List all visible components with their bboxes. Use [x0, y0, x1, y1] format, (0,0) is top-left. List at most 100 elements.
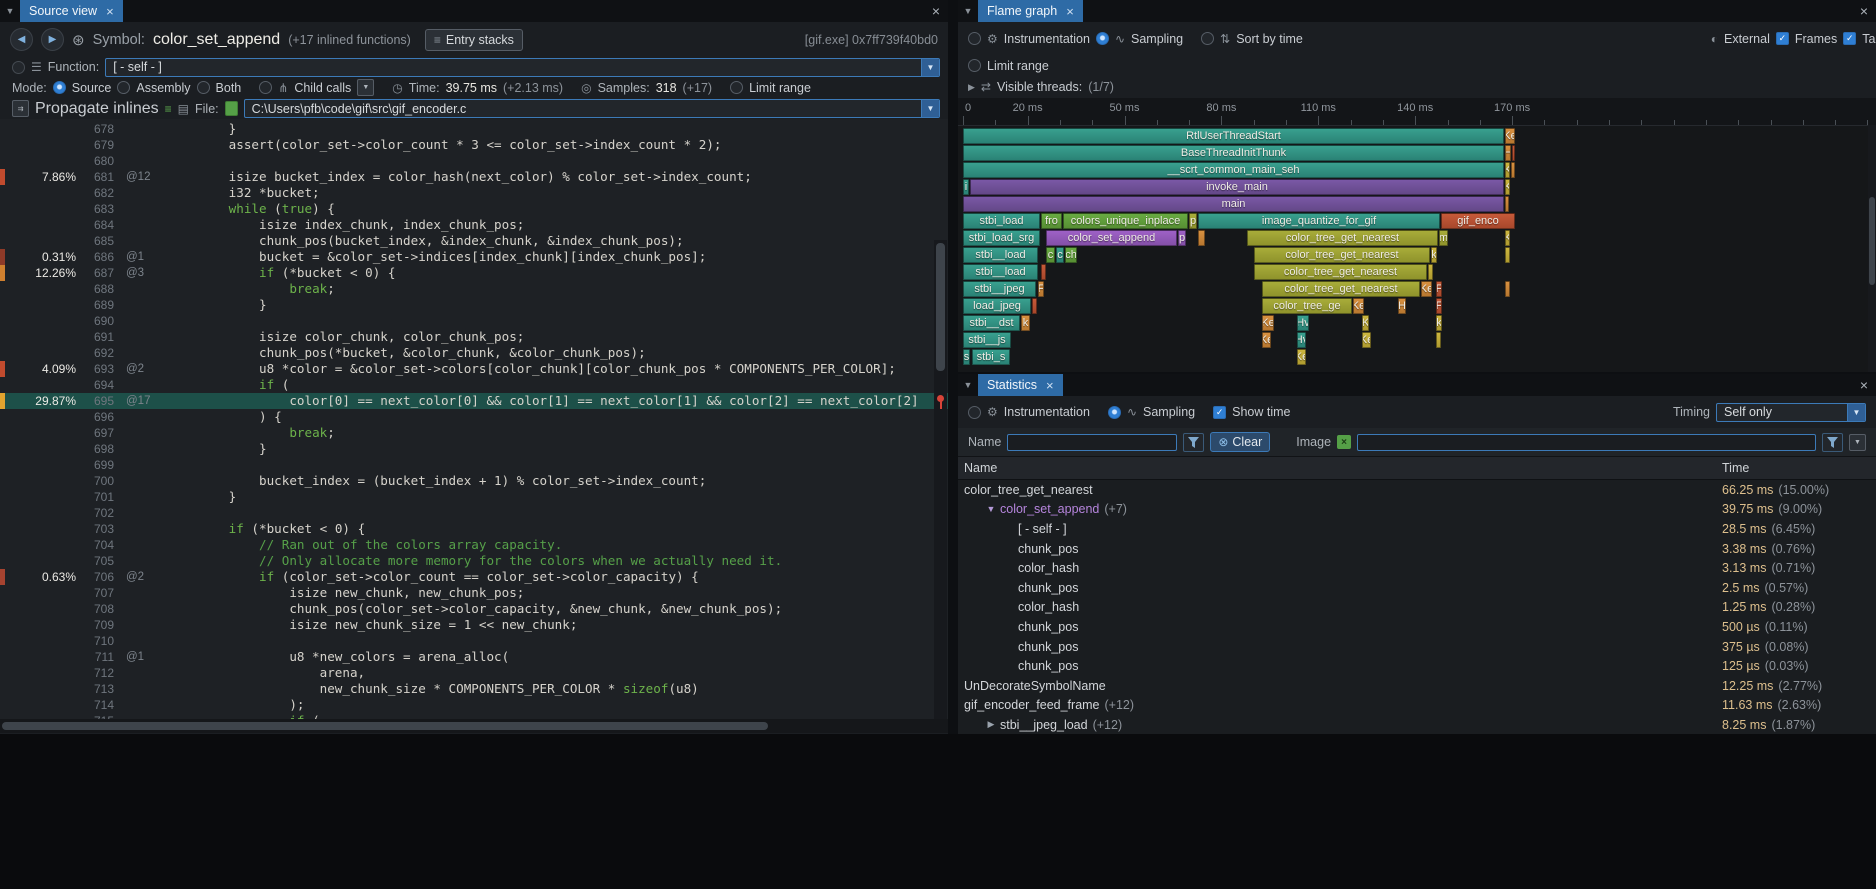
- flame-bar[interactable]: stbi__load: [963, 247, 1038, 263]
- flame-bar[interactable]: Hv: [1297, 332, 1306, 348]
- code-line[interactable]: 710: [0, 633, 948, 649]
- code-line[interactable]: 688 break;: [0, 281, 948, 297]
- instrumentation-radio[interactable]: [968, 32, 981, 45]
- name-filter-input[interactable]: [1007, 434, 1177, 451]
- tab-statistics[interactable]: Statistics ×: [978, 374, 1063, 396]
- panel-menu-icon[interactable]: ▼: [958, 0, 978, 22]
- code-line[interactable]: 705 // Only allocate more memory for the…: [0, 553, 948, 569]
- propagate-inlines-toggle[interactable]: ⇉: [12, 100, 29, 117]
- flame-bar[interactable]: p: [1189, 213, 1197, 229]
- flame-bar[interactable]: stbi__jpeg: [963, 281, 1036, 297]
- flame-bar[interactable]: Ke: [1262, 332, 1271, 348]
- scrollbar-thumb[interactable]: [936, 243, 945, 371]
- stats-row[interactable]: chunk_pos2.5 ms(0.57%): [958, 578, 1876, 598]
- code-line[interactable]: 707 isize new_chunk, new_chunk_pos;: [0, 585, 948, 601]
- panel-close-icon[interactable]: ×: [1852, 374, 1876, 396]
- flame-bar[interactable]: F: [1436, 281, 1442, 297]
- code-line[interactable]: 713 new_chunk_size * COMPONENTS_PER_COLO…: [0, 681, 948, 697]
- flame-bar[interactable]: Ke: [1262, 315, 1274, 331]
- sampling-radio[interactable]: [1096, 32, 1109, 45]
- stats-row[interactable]: color_hash1.25 ms(0.28%): [958, 598, 1876, 618]
- flame-bar[interactable]: color_tree_get_nearest: [1262, 281, 1420, 297]
- flame-bar[interactable]: stbi__load: [963, 264, 1038, 280]
- flame-bar[interactable]: k: [1436, 315, 1442, 331]
- flame-bar[interactable]: RtlUserThreadStart: [963, 128, 1504, 144]
- flame-bar[interactable]: stbi_load: [963, 213, 1040, 229]
- radio-source[interactable]: [53, 81, 66, 94]
- source-vertical-scrollbar[interactable]: [934, 240, 947, 719]
- stats-row[interactable]: chunk_pos125 µs(0.03%): [958, 656, 1876, 676]
- flame-bar[interactable]: __scrt_common_main_seh: [963, 162, 1504, 178]
- child-calls-dropdown-button[interactable]: ▼: [357, 79, 374, 96]
- source-code-view[interactable]: 678 }679 assert(color_set->color_count *…: [0, 119, 948, 719]
- flame-bar[interactable]: K: [1362, 315, 1369, 331]
- code-line[interactable]: 696 ) {: [0, 409, 948, 425]
- code-line[interactable]: 689 }: [0, 297, 948, 313]
- threads-expander-icon[interactable]: ▶: [968, 82, 975, 93]
- file-dropdown[interactable]: C:\Users\pfb\code\gif\src\gif_encoder.c …: [244, 99, 940, 118]
- panel-menu-icon[interactable]: ▼: [958, 374, 978, 396]
- code-line[interactable]: 679 assert(color_set->color_count * 3 <=…: [0, 137, 948, 153]
- flame-bar[interactable]: K: [1505, 162, 1510, 178]
- flame-bar[interactable]: color_tree_get_nearest: [1254, 247, 1430, 263]
- tail-checkbox[interactable]: ✓: [1843, 32, 1856, 45]
- code-line[interactable]: 709 isize new_chunk_size = 1 << new_chun…: [0, 617, 948, 633]
- stats-row[interactable]: chunk_pos3.38 ms(0.76%): [958, 539, 1876, 559]
- dropdown-arrow-icon[interactable]: ▼: [921, 59, 939, 76]
- stats-row[interactable]: chunk_pos500 µs(0.11%): [958, 617, 1876, 637]
- dropdown-arrow-icon[interactable]: ▼: [1847, 404, 1865, 421]
- code-line[interactable]: 702: [0, 505, 948, 521]
- flame-bar[interactable]: main: [963, 196, 1504, 212]
- flame-bar[interactable]: K: [1505, 179, 1510, 195]
- flame-bar[interactable]: Hv: [1297, 315, 1309, 331]
- code-line[interactable]: 714 );: [0, 697, 948, 713]
- flame-bar[interactable]: s: [963, 349, 970, 365]
- stats-row[interactable]: gif_encoder_feed_frame(+12)11.63 ms(2.63…: [958, 696, 1876, 716]
- stats-table-header[interactable]: Name Time: [958, 457, 1876, 480]
- flame-bar[interactable]: F: [1038, 281, 1044, 297]
- flame-bar[interactable]: c: [1046, 247, 1055, 263]
- stats-row[interactable]: [ - self - ]28.5 ms(6.45%): [958, 519, 1876, 539]
- flame-scrollbar[interactable]: [1868, 125, 1876, 372]
- flame-bar[interactable]: [1032, 298, 1037, 314]
- code-line[interactable]: 7.86%681@12 isize bucket_index = color_h…: [0, 169, 948, 185]
- tab-flame-graph[interactable]: Flame graph ×: [978, 0, 1083, 22]
- stats-row[interactable]: ▼color_set_append(+7)39.75 ms(9.00%): [958, 500, 1876, 520]
- flame-bar[interactable]: image_quantize_for_gif: [1198, 213, 1440, 229]
- flame-bar[interactable]: i: [963, 179, 969, 195]
- flame-bar[interactable]: [1511, 162, 1515, 178]
- flame-bar[interactable]: color_tree_ge: [1262, 298, 1352, 314]
- code-line[interactable]: 4.09%693@2 u8 *color = &color_set->color…: [0, 361, 948, 377]
- tab-source-view[interactable]: Source view ×: [20, 0, 123, 22]
- radio-assembly[interactable]: [117, 81, 130, 94]
- scrollbar-thumb[interactable]: [2, 722, 768, 730]
- flame-bar[interactable]: colors_unique_inplace: [1063, 213, 1188, 229]
- scrollbar-thumb[interactable]: [1869, 197, 1875, 285]
- code-line[interactable]: 694 if (: [0, 377, 948, 393]
- flame-graph[interactable]: RtlUserThreadStartKeBaseThreadInitThunkH…: [958, 126, 1876, 372]
- code-line[interactable]: 0.31%686@1 bucket = &color_set->indices[…: [0, 249, 948, 265]
- tab-close-icon[interactable]: ×: [1066, 5, 1074, 18]
- code-line[interactable]: 685 chunk_pos(bucket_index, &index_chunk…: [0, 233, 948, 249]
- flame-bar[interactable]: stbi__js: [963, 332, 1011, 348]
- code-line[interactable]: 691 isize color_chunk, color_chunk_pos;: [0, 329, 948, 345]
- flame-bar[interactable]: invoke_main: [970, 179, 1504, 195]
- code-line[interactable]: 690: [0, 313, 948, 329]
- flame-bar[interactable]: Ke: [1353, 298, 1364, 314]
- flame-bar[interactable]: load_jpeg: [963, 298, 1031, 314]
- flame-bar[interactable]: c: [1056, 247, 1064, 263]
- tab-close-icon[interactable]: ×: [1046, 379, 1054, 392]
- flame-bar[interactable]: k: [1021, 315, 1030, 331]
- panel-close-icon[interactable]: ×: [924, 0, 948, 22]
- radio-both[interactable]: [197, 81, 210, 94]
- code-line[interactable]: 29.87%695@17 color[0] == next_color[0] &…: [0, 393, 948, 409]
- sampling-radio[interactable]: [1108, 406, 1121, 419]
- list-icon[interactable]: ≡: [165, 102, 172, 116]
- forward-button[interactable]: ▶: [41, 28, 64, 51]
- flame-bar[interactable]: color_tree_get_nearest: [1254, 264, 1427, 280]
- tab-close-icon[interactable]: ×: [106, 5, 114, 18]
- flame-bar[interactable]: Ke: [1505, 128, 1515, 144]
- function-dropdown[interactable]: [ - self - ] ▼: [105, 58, 940, 77]
- flame-bar[interactable]: fro: [1041, 213, 1062, 229]
- image-filter-funnel-button[interactable]: [1822, 433, 1843, 452]
